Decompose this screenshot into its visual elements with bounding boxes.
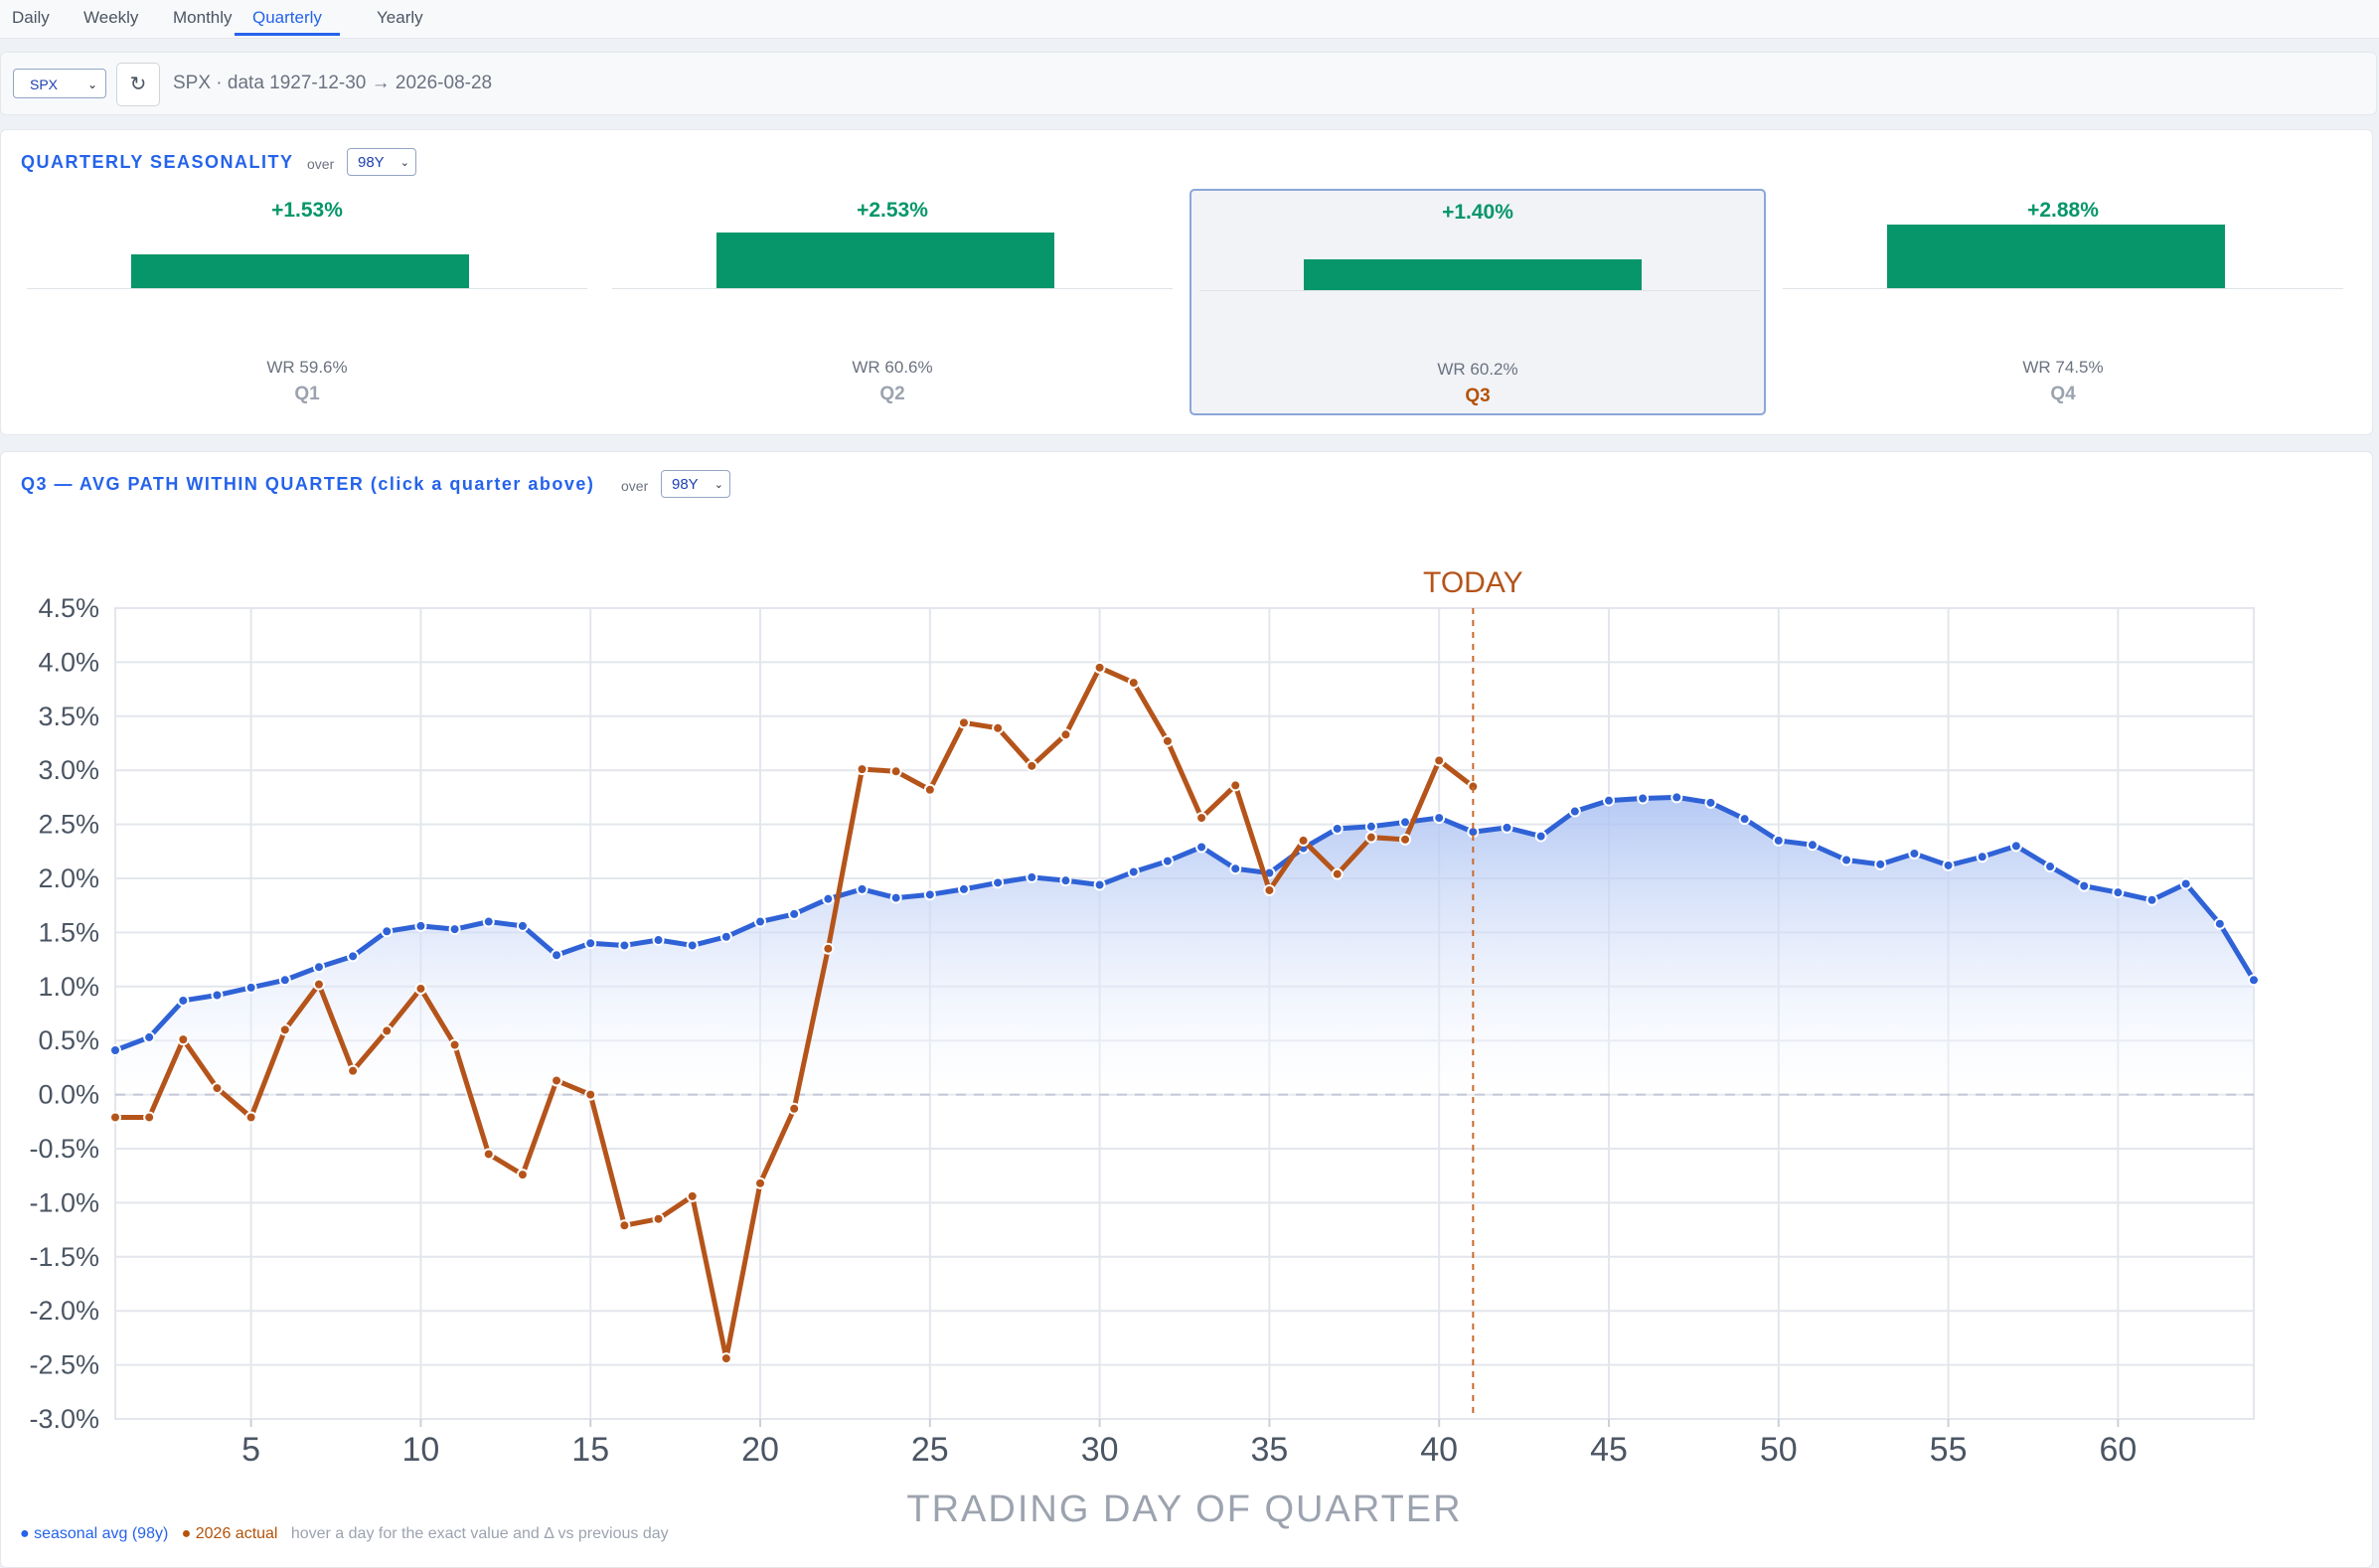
bar-baseline (1783, 288, 2343, 289)
tab-quarterly[interactable]: Quarterly (235, 0, 340, 36)
lookback-select-value: 98Y (672, 476, 699, 493)
refresh-icon: ↻ (129, 74, 147, 95)
legend-seasonal: ● seasonal avg (98y) (20, 1525, 169, 1542)
quarter-avg-bar (1304, 258, 1642, 290)
tab-daily[interactable]: Daily (12, 0, 50, 36)
quarter-name: Q3 (1465, 386, 1491, 406)
quarter-name: Q4 (2050, 384, 2076, 404)
chevron-down-icon: ⌄ (714, 479, 723, 491)
quarter-avg-return: +1.40% (1442, 201, 1513, 224)
tab-monthly[interactable]: Monthly (173, 0, 233, 36)
lookback-select[interactable]: 98Y ⌄ (347, 148, 416, 176)
quarter-avg-bar (1887, 225, 2225, 288)
quarter-avg-return: +2.53% (857, 199, 928, 222)
quarter-avg-bar (716, 232, 1054, 288)
quarter-win-rate: WR 74.5% (2022, 358, 2104, 377)
chevron-down-icon: ⌄ (86, 78, 97, 91)
symbol-select-value: SPX (30, 77, 59, 92)
bar-baseline (27, 288, 587, 289)
quarter-win-rate: WR 59.6% (266, 358, 348, 377)
toolbar: SPX ⌄ ↻ SPX · data 1927-12-30 → 2026-08-… (0, 52, 2377, 115)
data-range-text: SPX · data 1927-12-30 → 2026-08-28 (173, 73, 493, 93)
quarter-card-q1[interactable]: +1.53% WR 59.6% Q1 (19, 189, 595, 415)
quarter-win-rate: WR 60.2% (1437, 360, 1518, 379)
bar-baseline (612, 288, 1173, 289)
quarter-card-q3[interactable]: +1.40% WR 60.2% Q3 (1190, 189, 1766, 415)
tab-weekly[interactable]: Weekly (83, 0, 138, 36)
refresh-button[interactable]: ↻ (116, 63, 160, 106)
tab-yearly[interactable]: Yearly (377, 0, 423, 36)
over-label: over (307, 156, 335, 172)
quarter-win-rate: WR 60.6% (852, 358, 933, 377)
quarter-name: Q2 (879, 384, 905, 404)
panel-title: QUARTERLY SEASONALITY (21, 152, 294, 172)
quarter-avg-return: +1.53% (271, 199, 343, 222)
panel-title: Q3 — AVG PATH WITHIN QUARTER (click a qu… (21, 474, 595, 494)
quarter-card-q4[interactable]: +2.88% WR 74.5% Q4 (1775, 189, 2351, 415)
legend-hint: hover a day for the exact value and Δ vs… (290, 1525, 669, 1542)
timeframe-tabs: Daily Weekly Monthly Quarterly Yearly (0, 0, 2379, 39)
over-label: over (621, 478, 649, 494)
lookback-select-value: 98Y (358, 154, 385, 171)
quarter-avg-bar (131, 254, 469, 288)
quarter-avg-return: +2.88% (2027, 199, 2099, 222)
quarter-name: Q1 (294, 384, 320, 404)
chart-legend: ● seasonal avg (98y) ● 2026 actual hover… (20, 1525, 669, 1543)
lookback-select[interactable]: 98Y ⌄ (661, 470, 730, 498)
legend-actual: ● 2026 actual (181, 1525, 278, 1542)
quarter-card-q2[interactable]: +2.53% WR 60.6% Q2 (604, 189, 1181, 415)
symbol-select[interactable]: SPX ⌄ (13, 69, 106, 98)
chevron-down-icon: ⌄ (399, 157, 409, 169)
bar-baseline (1199, 290, 1760, 291)
avg-path-panel: Q3 — AVG PATH WITHIN QUARTER (click a qu… (0, 451, 2373, 1568)
